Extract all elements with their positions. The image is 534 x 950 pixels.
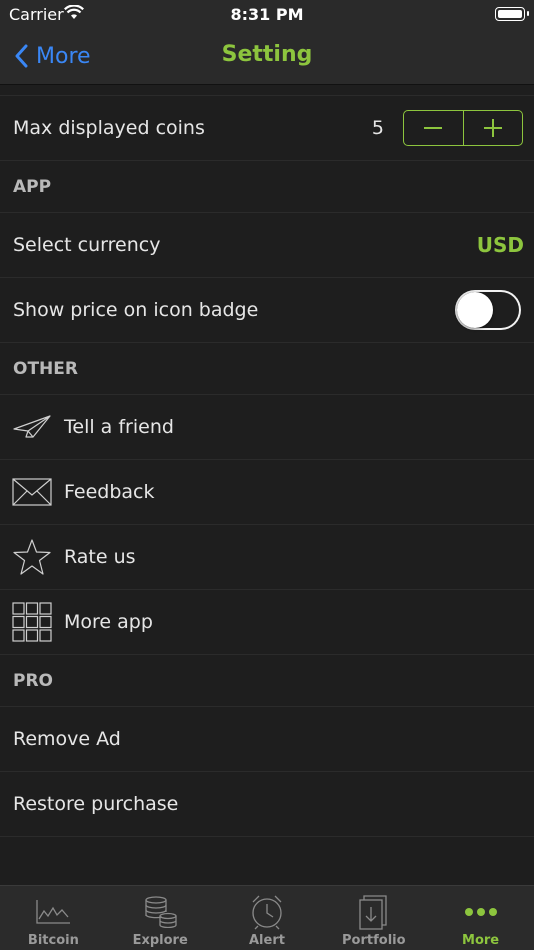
minus-icon (424, 127, 443, 129)
tell-a-friend-label: Tell a friend (64, 416, 174, 438)
tab-portfolio[interactable]: Portfolio (320, 886, 427, 950)
tab-bar: Bitcoin Explore Alert Portfolio More (0, 885, 534, 950)
navigation-bar: More Setting (0, 30, 534, 85)
section-header-pro: PRO (0, 655, 534, 707)
envelope-icon (12, 472, 52, 512)
max-coins-stepper[interactable] (403, 110, 523, 146)
tell-a-friend-row[interactable]: Tell a friend (0, 395, 534, 460)
tab-bitcoin-label: Bitcoin (27, 933, 79, 948)
decrement-button[interactable] (404, 111, 464, 145)
more-app-row[interactable]: More app (0, 590, 534, 655)
restore-purchase-label: Restore purchase (13, 793, 179, 815)
section-header-other: OTHER (0, 343, 534, 395)
restore-purchase-row[interactable]: Restore purchase (0, 772, 534, 837)
coins-icon (142, 893, 178, 931)
max-coins-value: 5 (371, 117, 384, 139)
paper-plane-icon (12, 407, 52, 447)
select-currency-row[interactable]: Select currency USD (0, 213, 534, 278)
section-header-app: APP (0, 161, 534, 213)
status-bar: Carrier 8:31 PM (0, 0, 534, 30)
plus-icon (483, 119, 502, 137)
tab-alert[interactable]: Alert (214, 886, 321, 950)
tab-alert-label: Alert (249, 933, 285, 948)
tab-explore[interactable]: Explore (107, 886, 214, 950)
more-dots-icon (464, 893, 498, 931)
remove-ad-row[interactable]: Remove Ad (0, 707, 534, 772)
page-title: Setting (221, 42, 313, 67)
tab-more[interactable]: More (427, 886, 534, 950)
icon-badge-row: Show price on icon badge (0, 278, 534, 343)
star-icon (12, 537, 52, 577)
select-currency-label: Select currency (13, 234, 161, 256)
icon-badge-toggle[interactable] (455, 290, 521, 330)
tab-explore-label: Explore (132, 933, 188, 948)
currency-value: USD (476, 233, 524, 257)
divider (0, 85, 534, 96)
status-time: 8:31 PM (230, 5, 304, 24)
icon-badge-label: Show price on icon badge (13, 299, 259, 321)
increment-button[interactable] (464, 111, 523, 145)
remove-ad-label: Remove Ad (13, 728, 121, 750)
battery-icon (495, 7, 529, 21)
feedback-label: Feedback (64, 481, 155, 503)
more-app-label: More app (64, 611, 153, 633)
tab-more-label: More (462, 933, 500, 948)
tab-bitcoin[interactable]: Bitcoin (0, 886, 107, 950)
alarm-icon (250, 893, 284, 931)
rate-us-label: Rate us (64, 546, 136, 568)
portfolio-icon (358, 893, 390, 931)
grid-icon (12, 602, 52, 642)
max-coins-label: Max displayed coins (13, 117, 205, 139)
max-coins-row: Max displayed coins 5 (0, 96, 534, 161)
tab-portfolio-label: Portfolio (342, 933, 406, 948)
chart-icon (35, 893, 71, 931)
feedback-row[interactable]: Feedback (0, 460, 534, 525)
settings-list: Max displayed coins 5 APP Select currenc… (0, 85, 534, 837)
toggle-knob (457, 292, 493, 328)
rate-us-row[interactable]: Rate us (0, 525, 534, 590)
